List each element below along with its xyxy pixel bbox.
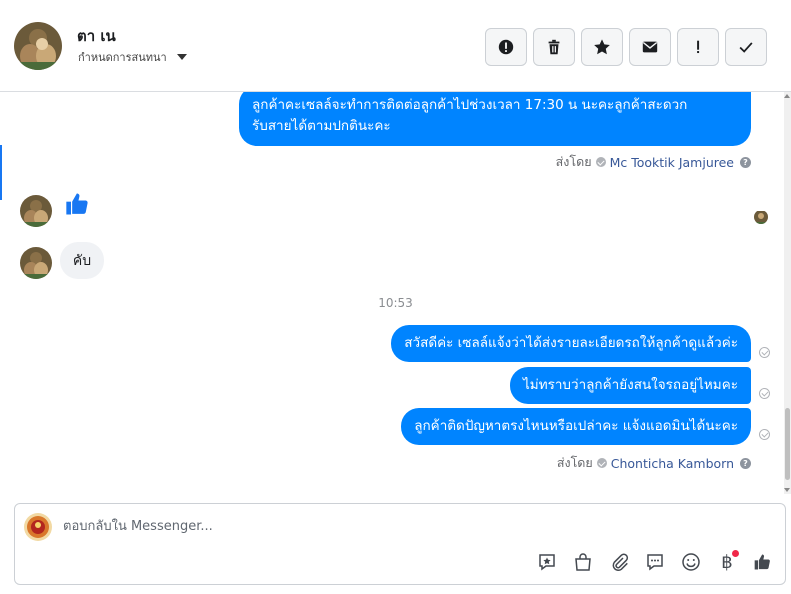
outgoing-message[interactable]: สวัสดีค่ะ เซลล์แจ้งว่าได้ส่งรายละเอียดรถ… (391, 325, 751, 362)
page-avatar (24, 513, 52, 541)
conversation-header: ตา เน กำหนดการสนทนา (0, 0, 791, 92)
saved-replies-button[interactable] (535, 550, 559, 574)
message-text: ลูกค้าติดปัญหาตรงไหนหรือเปล่าคะ แจ้งแอดม… (414, 418, 738, 434)
assign-conversation-dropdown[interactable]: กำหนดการสนทนา (78, 48, 187, 66)
alert-circle-icon (498, 39, 514, 55)
mark-spam-button[interactable] (485, 28, 527, 66)
mark-unread-button[interactable] (629, 28, 671, 66)
outgoing-message[interactable]: ลูกค้าติดปัญหาตรงไหนหรือเปล่าคะ แจ้งแอดม… (401, 408, 751, 445)
message-text: สวัสดีค่ะ เซลล์แจ้งว่าได้ส่งรายละเอียดรถ… (404, 335, 738, 351)
attachment-icon (612, 553, 629, 572)
header-actions (485, 28, 767, 66)
send-like-button[interactable] (751, 550, 775, 574)
scroll-down-arrow-icon[interactable] (784, 488, 790, 492)
outgoing-message[interactable]: ไม่ทราบว่าลูกค้ายังสนใจรถอยู่ไหมคะ (510, 367, 751, 404)
quick-reply-button[interactable] (643, 550, 667, 574)
contact-avatar[interactable] (14, 22, 62, 70)
incoming-message[interactable]: คับ (60, 242, 104, 279)
envelope-icon (642, 41, 658, 53)
assign-conversation-label: กำหนดการสนทนา (78, 51, 167, 64)
emoji-icon (682, 553, 700, 571)
delivered-check-icon (759, 347, 770, 358)
like-icon (754, 554, 770, 570)
star-button[interactable] (581, 28, 623, 66)
caret-down-icon (176, 54, 187, 60)
saved-reply-icon (539, 554, 555, 571)
notification-dot (732, 550, 739, 557)
contact-avatar-small[interactable] (20, 195, 52, 227)
message-thread[interactable]: ลูกค้าคะเซลล์จะทำการติดต่อลูกค้าไปช่วงเว… (0, 92, 791, 494)
timestamp: 10:53 (378, 296, 413, 310)
emoji-button[interactable] (679, 550, 703, 574)
reply-input[interactable] (63, 515, 663, 537)
scrollbar[interactable] (784, 92, 791, 494)
like-sticker[interactable] (64, 190, 94, 218)
sent-by-label: ส่งโดย Chonticha Kamborn ? (557, 453, 751, 473)
attach-file-button[interactable] (607, 550, 631, 574)
delivered-check-icon (759, 429, 770, 440)
sender-name[interactable]: Mc Tooktik Jamjuree (610, 155, 734, 170)
quick-reply-icon (647, 554, 663, 571)
help-icon[interactable]: ? (740, 457, 751, 469)
message-text-line2: รับสายได้ตามปกตินะคะ (252, 118, 391, 134)
contact-avatar-small[interactable] (20, 247, 52, 279)
active-indicator (0, 145, 2, 200)
star-icon (594, 39, 610, 55)
payment-button[interactable]: ฿ (715, 550, 739, 574)
message-text-line1: ลูกค้าคะเซลล์จะทำการติดต่อลูกค้าไปช่วงเว… (252, 97, 688, 113)
verified-check-icon (596, 458, 607, 468)
exclamation-icon (697, 40, 700, 54)
shop-bag-icon (575, 553, 591, 571)
scrollbar-thumb[interactable] (785, 408, 790, 480)
verified-check-icon (595, 157, 606, 167)
seen-by-avatar (754, 210, 768, 224)
check-icon (739, 42, 753, 53)
delivered-check-icon (759, 388, 770, 399)
incoming-message-text: คับ (72, 252, 92, 269)
sender-name[interactable]: Chonticha Kamborn (611, 456, 734, 471)
help-icon[interactable]: ? (740, 156, 751, 168)
trash-icon (548, 39, 560, 55)
shop-button[interactable] (571, 550, 595, 574)
outgoing-message[interactable]: ลูกค้าคะเซลล์จะทำการติดต่อลูกค้าไปช่วงเว… (239, 92, 751, 146)
sent-by-label: ส่งโดย Mc Tooktik Jamjuree ? (556, 152, 751, 172)
thumbs-up-icon (66, 193, 88, 215)
composer-toolbar: ฿ (535, 550, 775, 574)
baht-payment-icon: ฿ (721, 551, 733, 573)
follow-up-button[interactable] (677, 28, 719, 66)
message-composer: ฿ (14, 503, 786, 585)
delete-button[interactable] (533, 28, 575, 66)
message-text: ไม่ทราบว่าลูกค้ายังสนใจรถอยู่ไหมคะ (523, 377, 738, 393)
contact-name: ตา เน (77, 27, 116, 45)
mark-done-button[interactable] (725, 28, 767, 66)
scroll-up-arrow-icon[interactable] (784, 94, 790, 98)
